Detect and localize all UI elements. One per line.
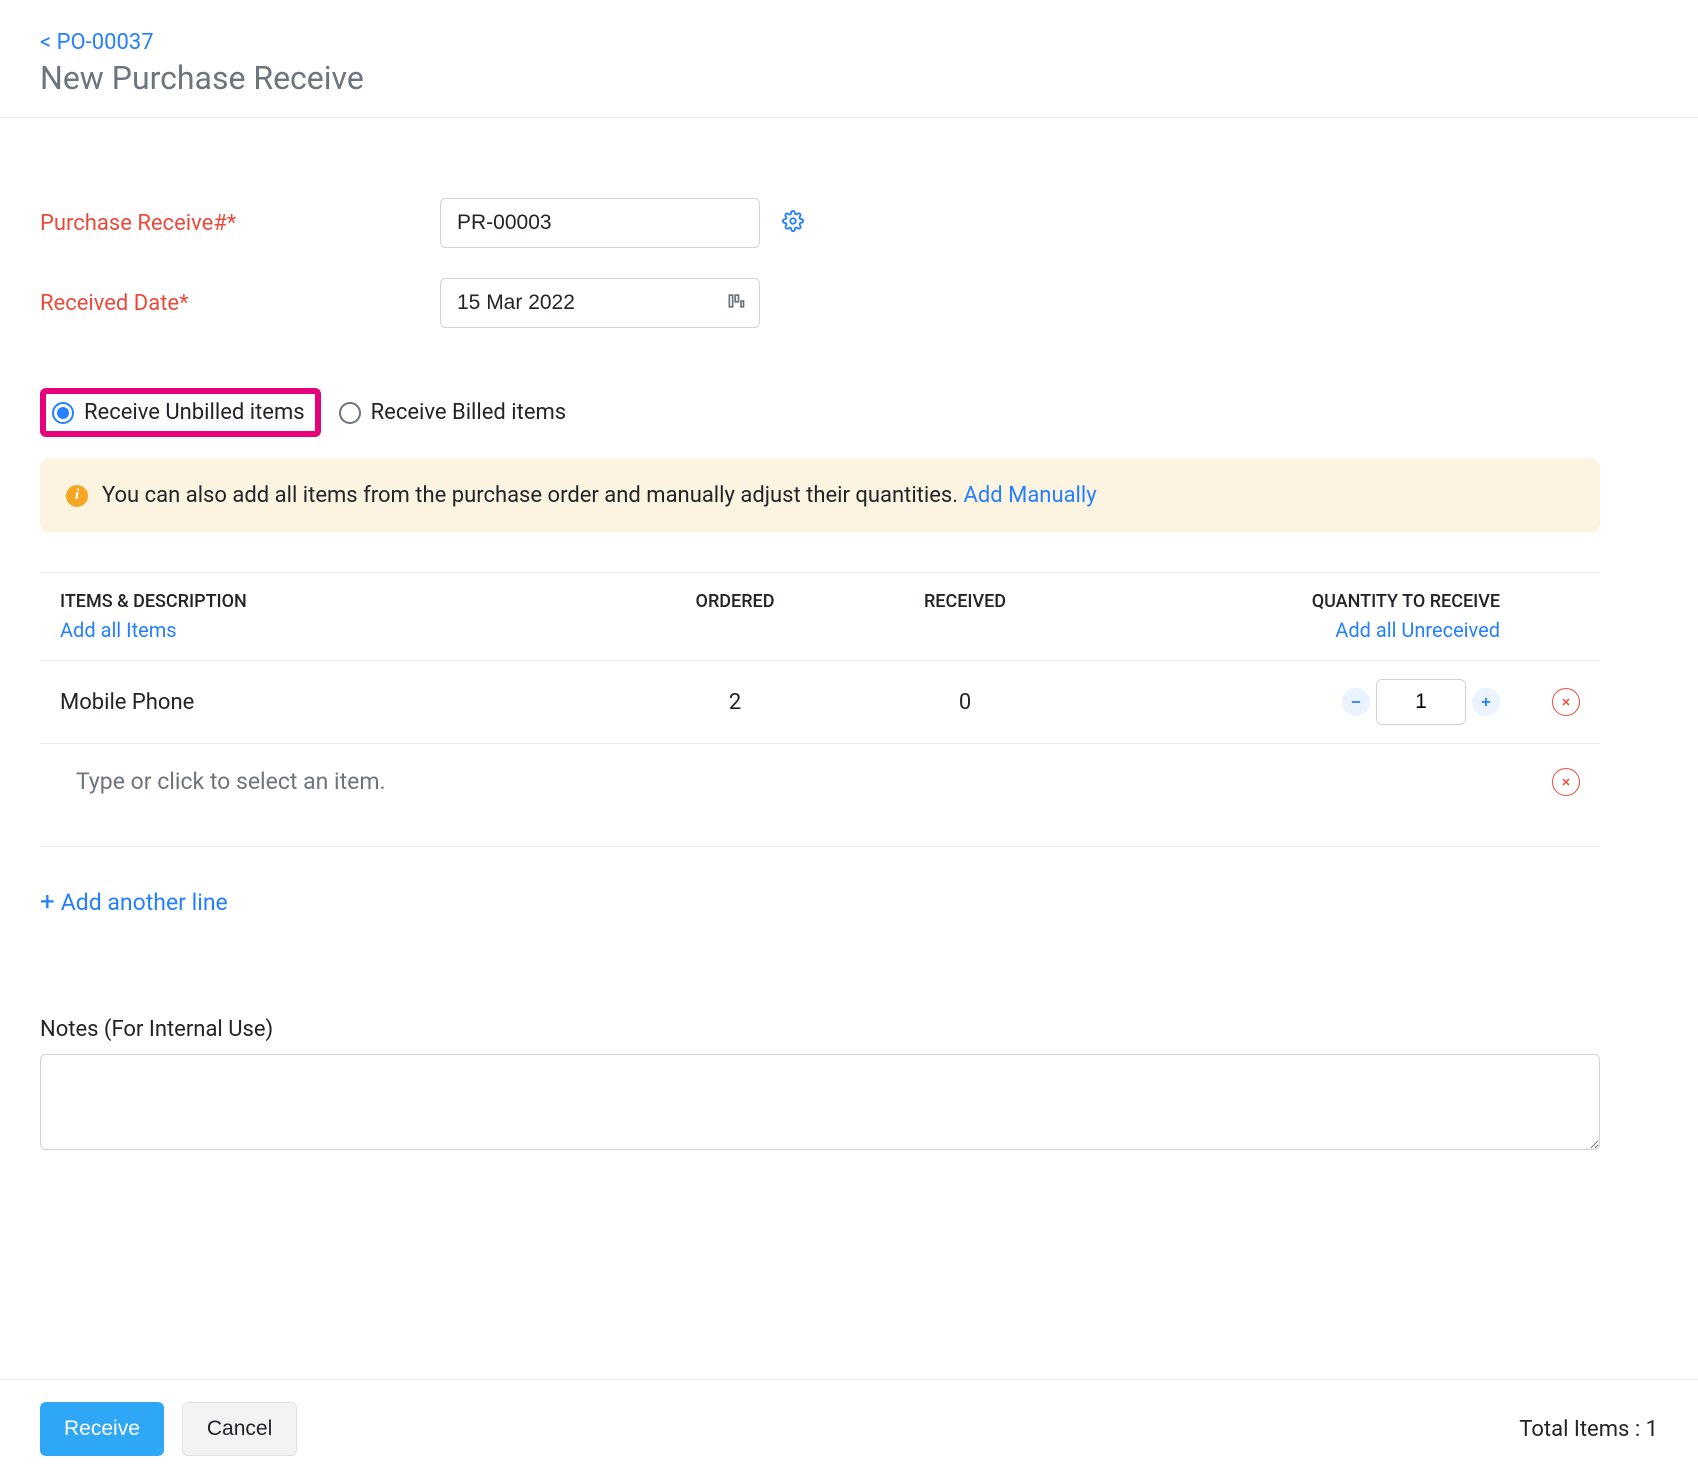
page-header: < PO-00037 New Purchase Receive bbox=[0, 0, 1698, 118]
receive-billed-label: Receive Billed items bbox=[371, 400, 567, 425]
item-name: Mobile Phone bbox=[50, 690, 620, 715]
receive-unbilled-label: Receive Unbilled items bbox=[84, 400, 305, 425]
add-manually-link[interactable]: Add Manually bbox=[964, 483, 1097, 508]
info-icon: i bbox=[66, 485, 88, 507]
radio-unselected-icon bbox=[339, 402, 361, 424]
item-received: 0 bbox=[850, 690, 1080, 715]
qty-decrement-button[interactable] bbox=[1342, 688, 1370, 716]
th-qty: QUANTITY TO RECEIVE Add all Unreceived bbox=[1080, 591, 1510, 642]
qty-increment-button[interactable] bbox=[1472, 688, 1500, 716]
notes-label: Notes (For Internal Use) bbox=[40, 1017, 1600, 1042]
receive-type-radio-group: Receive Unbilled items Receive Billed it… bbox=[40, 388, 1600, 437]
qty-input[interactable] bbox=[1376, 679, 1466, 725]
gear-icon[interactable] bbox=[782, 210, 804, 237]
add-all-items-link[interactable]: Add all Items bbox=[60, 618, 610, 642]
th-ordered: ORDERED bbox=[620, 591, 850, 612]
remove-row-icon[interactable] bbox=[1552, 768, 1580, 796]
add-all-unreceived-link[interactable]: Add all Unreceived bbox=[1090, 618, 1500, 642]
receive-number-row: Purchase Receive#* bbox=[40, 198, 1600, 248]
th-items: ITEMS & DESCRIPTION Add all Items bbox=[50, 591, 620, 642]
radio-selected-icon bbox=[52, 402, 74, 424]
received-date-input[interactable] bbox=[440, 278, 760, 328]
receive-unbilled-radio[interactable]: Receive Unbilled items bbox=[40, 388, 321, 437]
plus-icon: + bbox=[40, 887, 55, 917]
cancel-button[interactable]: Cancel bbox=[182, 1402, 297, 1456]
info-banner: i You can also add all items from the pu… bbox=[40, 459, 1600, 532]
notes-textarea[interactable] bbox=[40, 1054, 1600, 1150]
info-banner-text: You can also add all items from the purc… bbox=[102, 483, 1097, 508]
table-row: Mobile Phone 2 0 bbox=[40, 661, 1600, 744]
notes-section: Notes (For Internal Use) bbox=[40, 1017, 1600, 1155]
quantity-stepper bbox=[1090, 679, 1500, 725]
item-select-row: Type or click to select an item. bbox=[40, 744, 1600, 847]
received-date-label: Received Date* bbox=[40, 291, 440, 316]
back-link[interactable]: < PO-00037 bbox=[40, 30, 1658, 55]
add-another-line-link[interactable]: + Add another line bbox=[40, 887, 1600, 917]
receive-number-label: Purchase Receive#* bbox=[40, 211, 440, 236]
item-select-input[interactable]: Type or click to select an item. bbox=[76, 768, 1500, 795]
receive-button[interactable]: Receive bbox=[40, 1402, 164, 1456]
items-table: ITEMS & DESCRIPTION Add all Items ORDERE… bbox=[40, 572, 1600, 847]
receive-billed-radio[interactable]: Receive Billed items bbox=[339, 388, 567, 437]
table-header: ITEMS & DESCRIPTION Add all Items ORDERE… bbox=[40, 572, 1600, 661]
remove-row-icon[interactable] bbox=[1552, 688, 1580, 716]
th-received: RECEIVED bbox=[850, 591, 1080, 612]
page-title: New Purchase Receive bbox=[40, 59, 1658, 97]
total-items: Total Items : 1 bbox=[1519, 1417, 1658, 1442]
received-date-row: Received Date* bbox=[40, 278, 1600, 328]
receive-number-input[interactable] bbox=[440, 198, 760, 248]
page-footer: Receive Cancel Total Items : 1 bbox=[0, 1379, 1698, 1478]
item-ordered: 2 bbox=[620, 690, 850, 715]
